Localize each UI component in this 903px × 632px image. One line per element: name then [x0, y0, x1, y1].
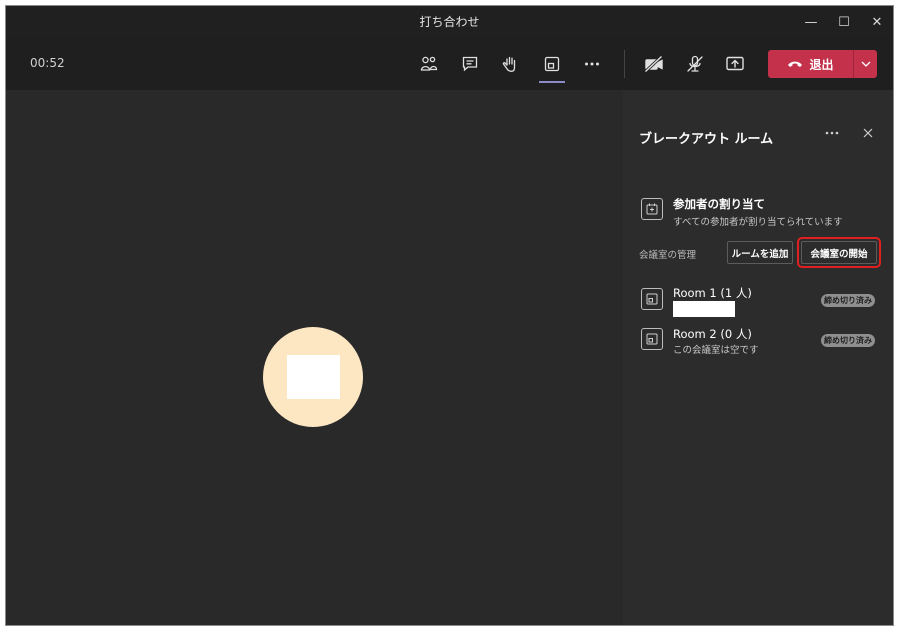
assign-participants-title[interactable]: 参加者の割り当て — [673, 196, 765, 212]
share-screen-icon[interactable] — [722, 51, 748, 77]
avatar-redaction — [286, 355, 340, 399]
room-1-participant-redaction — [673, 301, 735, 317]
room-2-status-badge: 締め切り済み — [821, 334, 875, 347]
room-2-icon[interactable] — [641, 328, 663, 350]
raise-hand-icon[interactable] — [497, 51, 523, 77]
close-window-button[interactable]: ✕ — [860, 6, 893, 38]
meeting-timer: 00:52 — [30, 56, 65, 70]
leave-label: 退出 — [809, 57, 834, 72]
assign-participants-status: すべての参加者が割り当てられています — [673, 217, 843, 228]
minimize-button[interactable]: — — [794, 6, 828, 38]
leave-options-dropdown[interactable] — [853, 50, 877, 78]
room-1-name[interactable]: Room 1 (1 人) — [673, 285, 752, 301]
video-stage — [6, 90, 623, 625]
more-icon[interactable] — [579, 51, 605, 77]
active-tab-indicator — [539, 81, 565, 83]
panel-title: ブレークアウト ルーム — [639, 132, 774, 147]
manage-rooms-label: 会議室の管理 — [639, 250, 697, 261]
breakout-rooms-icon[interactable] — [539, 51, 565, 77]
title-bar: 打ち合わせ — ☐ ✕ — [6, 6, 893, 38]
room-1-icon[interactable] — [641, 288, 663, 310]
maximize-button[interactable]: ☐ — [827, 6, 861, 38]
people-icon[interactable] — [416, 51, 442, 77]
panel-close-icon[interactable] — [857, 122, 879, 144]
add-room-button[interactable]: ルームを追加 — [727, 241, 793, 264]
window-title: 打ち合わせ — [419, 15, 480, 29]
chat-icon[interactable] — [457, 51, 483, 77]
panel-more-icon[interactable] — [821, 122, 843, 144]
toolbar-divider — [624, 50, 625, 78]
start-rooms-highlight — [797, 237, 881, 268]
room-2-status-text: この会議室は空です — [673, 345, 759, 356]
mic-off-icon[interactable] — [682, 51, 708, 77]
camera-off-icon[interactable] — [641, 51, 667, 77]
meeting-window: 打ち合わせ — ☐ ✕ 00:52 退出 ブレークアウト ルーム 参加者の割り当… — [5, 5, 894, 626]
participant-avatar — [263, 327, 363, 427]
room-2-name[interactable]: Room 2 (0 人) — [673, 326, 752, 342]
hang-up-icon — [787, 59, 803, 69]
meeting-toolbar: 00:52 退出 — [6, 38, 893, 90]
chevron-down-icon — [861, 61, 871, 67]
room-1-status-badge: 締め切り済み — [821, 294, 875, 307]
leave-button[interactable]: 退出 — [768, 50, 853, 78]
assign-participants-icon[interactable] — [641, 198, 663, 220]
breakout-rooms-panel: ブレークアウト ルーム 参加者の割り当て すべての参加者が割り当てられています … — [623, 90, 893, 625]
